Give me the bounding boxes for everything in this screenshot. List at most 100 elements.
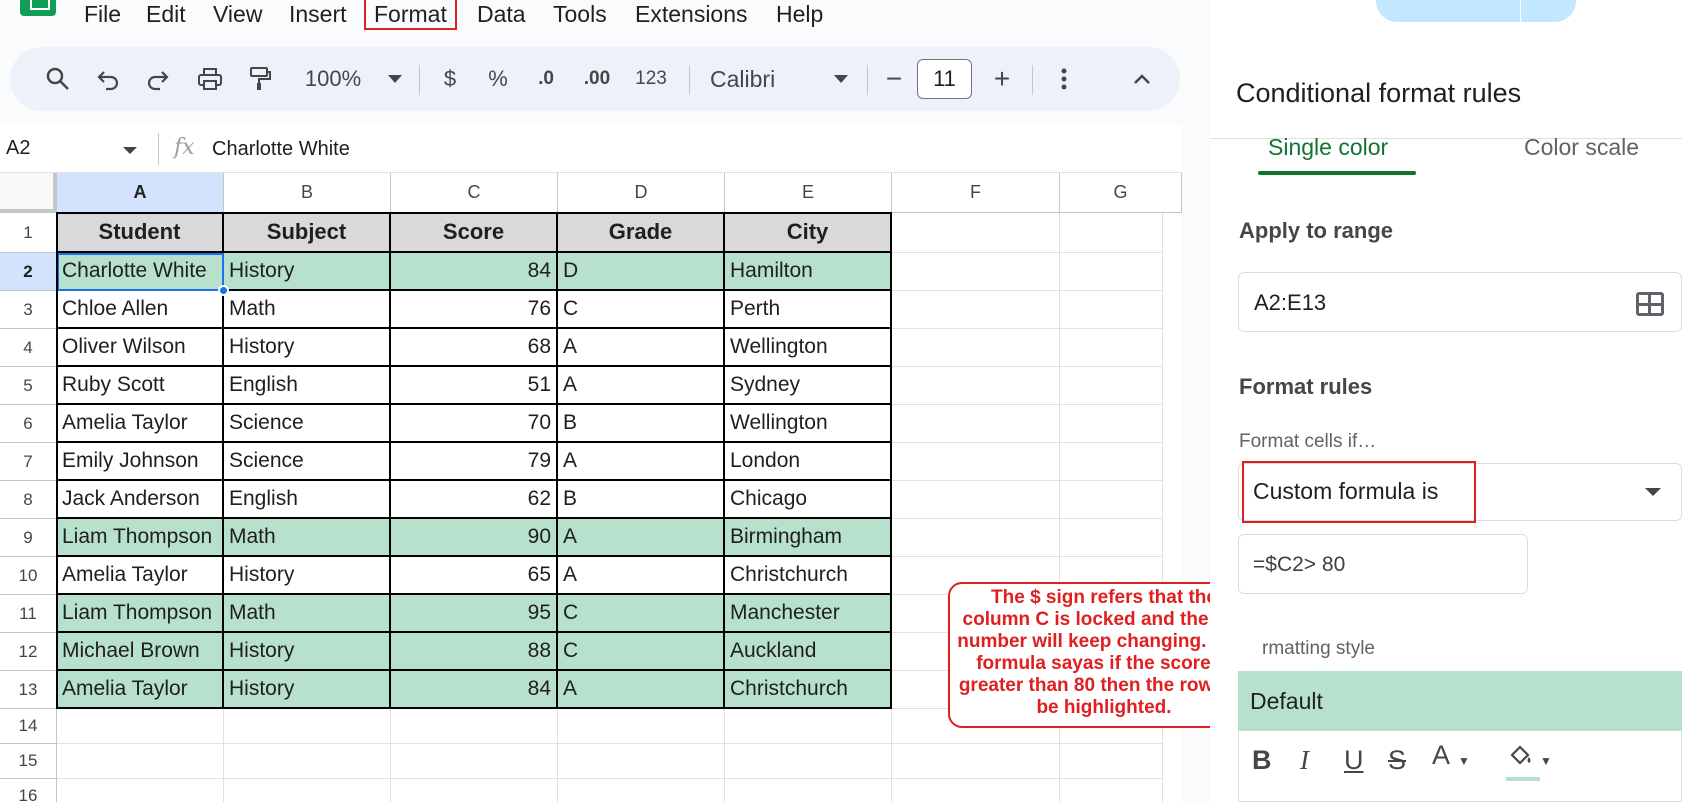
fill-color-icon[interactable] [1508, 742, 1534, 775]
empty-cell[interactable] [892, 481, 1060, 519]
table-cell[interactable]: C [558, 291, 725, 329]
empty-cell[interactable] [892, 253, 1060, 291]
empty-cell[interactable] [391, 744, 558, 779]
empty-cell[interactable] [892, 519, 1060, 557]
menu-edit[interactable]: Edit [146, 0, 186, 28]
empty-cell[interactable] [892, 329, 1060, 367]
table-cell[interactable]: History [224, 253, 391, 291]
table-cell[interactable]: A [558, 329, 725, 367]
table-cell[interactable]: Math [224, 291, 391, 329]
empty-cell[interactable] [391, 709, 558, 744]
column-header-f[interactable]: F [892, 173, 1060, 213]
menu-file[interactable]: File [84, 0, 121, 28]
empty-cell[interactable] [892, 367, 1060, 405]
currency-format-button[interactable]: $ [432, 47, 468, 111]
row-header-12[interactable]: 12 [0, 633, 57, 671]
table-cell[interactable]: 68 [391, 329, 558, 367]
menu-format[interactable]: Format [364, 0, 457, 30]
menu-data[interactable]: Data [477, 0, 526, 28]
fill-color-caret-icon[interactable]: ▼ [1540, 754, 1552, 768]
paint-format-icon[interactable] [240, 47, 280, 111]
empty-cell[interactable] [892, 779, 1060, 802]
table-header-cell[interactable]: Score [391, 213, 558, 253]
table-cell[interactable]: Emily Johnson [57, 443, 224, 481]
table-cell[interactable]: 88 [391, 633, 558, 671]
name-box-caret-icon[interactable] [123, 147, 137, 154]
empty-cell[interactable] [57, 779, 224, 802]
table-header-cell[interactable]: Grade [558, 213, 725, 253]
select-range-icon[interactable] [1636, 292, 1664, 316]
table-cell[interactable]: Sydney [725, 367, 892, 405]
row-header-7[interactable]: 7 [0, 443, 57, 481]
custom-formula-value[interactable]: =$C2> 80 [1253, 553, 1345, 577]
table-header-cell[interactable]: Subject [224, 213, 391, 253]
table-cell[interactable]: Perth [725, 291, 892, 329]
row-header-2[interactable]: 2 [0, 253, 57, 291]
empty-cell[interactable] [725, 779, 892, 802]
row-header-1[interactable]: 1 [0, 213, 57, 253]
row-header-3[interactable]: 3 [0, 291, 57, 329]
zoom-caret-icon[interactable] [380, 47, 410, 111]
name-box[interactable]: A2 [6, 137, 30, 160]
italic-button[interactable]: I [1300, 745, 1309, 776]
table-cell[interactable]: Ruby Scott [57, 367, 224, 405]
collapse-toolbar-icon[interactable] [1124, 47, 1160, 111]
table-cell[interactable]: English [224, 481, 391, 519]
table-cell[interactable]: A [558, 671, 725, 709]
share-button[interactable] [1376, 0, 1576, 22]
table-header-cell[interactable]: City [725, 213, 892, 253]
menu-help[interactable]: Help [776, 0, 823, 28]
font-select[interactable]: Calibri [710, 47, 810, 111]
empty-cell[interactable] [725, 744, 892, 779]
more-formats-button[interactable]: 123 [628, 47, 674, 111]
row-header-10[interactable]: 10 [0, 557, 57, 595]
empty-cell[interactable] [892, 291, 1060, 329]
table-cell[interactable]: Oliver Wilson [57, 329, 224, 367]
empty-cell[interactable] [224, 709, 391, 744]
table-cell[interactable]: 51 [391, 367, 558, 405]
table-cell[interactable]: London [725, 443, 892, 481]
select-all-corner[interactable] [0, 173, 57, 213]
row-header-16[interactable]: 16 [0, 779, 57, 802]
sheets-logo-icon[interactable] [20, 0, 56, 16]
table-cell[interactable]: 62 [391, 481, 558, 519]
font-size-input[interactable]: 11 [917, 59, 972, 99]
menu-insert[interactable]: Insert [289, 0, 347, 28]
formula-input[interactable]: Charlotte White [212, 138, 350, 161]
table-cell[interactable]: A [558, 557, 725, 595]
empty-cell[interactable] [224, 744, 391, 779]
table-cell[interactable]: Wellington [725, 329, 892, 367]
bold-button[interactable]: B [1252, 745, 1272, 776]
table-cell[interactable]: History [224, 671, 391, 709]
empty-cell[interactable] [224, 779, 391, 802]
range-value[interactable]: A2:E13 [1254, 290, 1326, 316]
table-header-cell[interactable]: Student [57, 213, 224, 253]
table-cell[interactable]: A [558, 519, 725, 557]
empty-cell[interactable] [391, 779, 558, 802]
empty-cell[interactable] [57, 709, 224, 744]
table-cell[interactable]: Jack Anderson [57, 481, 224, 519]
table-cell[interactable]: History [224, 633, 391, 671]
strikethrough-button[interactable]: S [1388, 745, 1406, 776]
empty-cell[interactable] [892, 744, 1060, 779]
row-header-15[interactable]: 15 [0, 744, 57, 779]
table-cell[interactable]: Chicago [725, 481, 892, 519]
table-cell[interactable]: Wellington [725, 405, 892, 443]
table-cell[interactable]: 70 [391, 405, 558, 443]
row-header-14[interactable]: 14 [0, 709, 57, 744]
table-cell[interactable]: 79 [391, 443, 558, 481]
search-menus-icon[interactable] [36, 47, 80, 111]
table-cell[interactable]: 90 [391, 519, 558, 557]
table-cell[interactable]: 84 [391, 253, 558, 291]
table-cell[interactable]: Michael Brown [57, 633, 224, 671]
empty-cell[interactable] [558, 779, 725, 802]
table-cell[interactable]: B [558, 481, 725, 519]
empty-cell[interactable] [558, 744, 725, 779]
table-cell[interactable]: D [558, 253, 725, 291]
table-cell[interactable]: Liam Thompson [57, 519, 224, 557]
table-cell[interactable]: Hamilton [725, 253, 892, 291]
empty-cell[interactable] [725, 709, 892, 744]
table-cell[interactable]: C [558, 633, 725, 671]
table-cell[interactable]: Math [224, 519, 391, 557]
table-cell[interactable]: Chloe Allen [57, 291, 224, 329]
